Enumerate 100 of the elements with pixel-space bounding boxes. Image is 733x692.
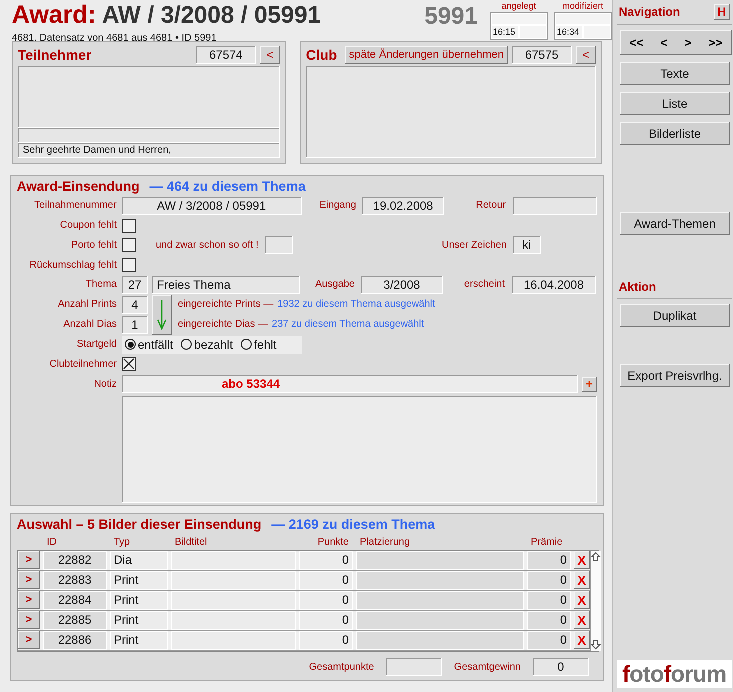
- number-field[interactable]: 67574: [196, 46, 256, 64]
- count-note: — 2169 zu diesem Thema: [272, 517, 436, 532]
- table-cell: 0: [299, 591, 353, 610]
- scroll-down-icon[interactable]: [591, 640, 601, 650]
- field-label: Eingang: [318, 200, 356, 212]
- checkbox[interactable]: [122, 238, 136, 252]
- total-field[interactable]: 0: [533, 658, 589, 676]
- field-label: Notiz: [93, 378, 117, 390]
- input-field[interactable]: [513, 196, 597, 215]
- column-header: Typ: [113, 537, 132, 550]
- section-title: Award-Einsendung: [17, 179, 140, 194]
- column-header: Platzierung: [359, 537, 412, 550]
- transfer-button[interactable]: [152, 294, 172, 335]
- note-text: und zwar schon so oft !: [156, 240, 259, 251]
- salutation-field[interactable]: Sehr geehrte Damen und Herren,: [18, 143, 280, 158]
- radio-button[interactable]: [181, 339, 192, 350]
- delete-button[interactable]: X: [574, 611, 590, 629]
- logo: fotoforum: [617, 660, 732, 688]
- time-text: 16:15: [491, 25, 519, 39]
- checkbox[interactable]: [122, 258, 136, 272]
- scroll-up-icon[interactable]: [591, 552, 601, 562]
- delete-button[interactable]: X: [574, 591, 590, 609]
- radio-button[interactable]: [125, 339, 136, 350]
- down-arrow-icon: [157, 298, 167, 331]
- table-cell: Print: [110, 591, 168, 610]
- sidebar-button[interactable]: Texte: [620, 62, 730, 85]
- sidebar-button[interactable]: Liste: [620, 92, 730, 115]
- sidebar-heading: Aktion: [619, 280, 656, 294]
- radio-button[interactable]: [241, 339, 252, 350]
- sidebar-button[interactable]: Award-Themen: [620, 212, 730, 235]
- delete-button[interactable]: X: [574, 631, 590, 649]
- field-label: Coupon fehlt: [59, 220, 117, 232]
- address-field[interactable]: [306, 66, 596, 158]
- sidebar-button[interactable]: Bilderliste: [620, 122, 730, 145]
- checkbox[interactable]: [122, 357, 136, 372]
- field-label: Teilnahmenummer: [34, 200, 117, 212]
- table-cell: 22885: [43, 611, 107, 630]
- input-field[interactable]: 4: [122, 296, 148, 314]
- text-field[interactable]: [18, 128, 280, 143]
- input-field[interactable]: 19.02.2008: [362, 196, 444, 215]
- total-field[interactable]: [386, 658, 442, 676]
- navigation-button[interactable]: >>: [706, 36, 724, 50]
- table-cell: 0: [527, 631, 571, 650]
- open-button[interactable]: >: [18, 591, 40, 609]
- radio-label: entfällt: [138, 338, 174, 352]
- field-label: Thema: [84, 279, 117, 290]
- time-text: 16:34: [555, 25, 583, 39]
- input-field[interactable]: 16.04.2008: [512, 276, 596, 294]
- open-button[interactable]: >: [18, 571, 40, 589]
- section-title: Auswahl – 5 Bilder dieser Einsendung: [17, 517, 262, 532]
- field-label: Porto fehlt: [70, 240, 117, 251]
- link-button[interactable]: <: [260, 46, 280, 64]
- delete-button[interactable]: X: [574, 571, 590, 589]
- table-cell: 0: [299, 611, 353, 630]
- number-field[interactable]: 67575: [512, 46, 572, 64]
- sidebar-button[interactable]: Duplikat: [620, 304, 730, 327]
- table-cell: 22882: [43, 551, 107, 570]
- count-total: 1932 zu diesem Thema ausgewählt: [278, 299, 436, 310]
- open-button[interactable]: >: [18, 551, 40, 569]
- open-button[interactable]: >: [18, 611, 40, 629]
- record-title: AW / 3/2008 / 05991: [102, 2, 322, 29]
- field-label: Ausgabe: [314, 279, 355, 290]
- address-field[interactable]: [18, 66, 280, 128]
- input-field[interactable]: Freies Thema: [152, 276, 300, 294]
- help-button[interactable]: H: [714, 4, 730, 20]
- navigation-button[interactable]: <: [658, 36, 670, 50]
- timestamp-label: modifiziert: [562, 0, 604, 12]
- table-cell: 0: [299, 631, 353, 650]
- note-field[interactable]: abo 53344: [122, 375, 578, 394]
- input-field[interactable]: [264, 236, 293, 254]
- checkbox[interactable]: [122, 218, 136, 233]
- field-label: Anzahl Dias: [62, 319, 117, 330]
- count-total: 237 zu diesem Thema ausgewählt: [272, 319, 424, 330]
- table-cell: 22884: [43, 591, 107, 610]
- radio-label: bezahlt: [194, 338, 234, 352]
- open-button[interactable]: >: [18, 631, 40, 649]
- sidebar-button[interactable]: Export Preisvrlhg.: [620, 364, 730, 387]
- table-cell: 0: [299, 551, 353, 570]
- table-cell: 22886: [43, 631, 107, 650]
- link-button[interactable]: <: [576, 46, 596, 64]
- action-button[interactable]: späte Änderungen übernehmen: [345, 46, 508, 64]
- navigation-button[interactable]: <<: [627, 36, 646, 50]
- sidebar-heading: Navigation: [619, 5, 680, 19]
- table-cell: 0: [527, 591, 571, 610]
- field-label: Retour: [475, 200, 506, 212]
- navigation-button[interactable]: >: [682, 36, 694, 50]
- delete-button[interactable]: X: [574, 551, 590, 569]
- count-note: — 464 zu diesem Thema: [150, 179, 306, 194]
- input-field[interactable]: 1: [122, 316, 148, 334]
- scrollbar[interactable]: [590, 551, 601, 651]
- table-cell: 0: [527, 551, 571, 570]
- input-field[interactable]: 27: [122, 276, 148, 294]
- count-label: eingereichte Dias —: [178, 319, 268, 330]
- field-label: Gesamtpunkte: [309, 662, 374, 672]
- field-label: Unser Zeichen: [442, 240, 507, 251]
- column-header: ID: [46, 537, 58, 550]
- input-field[interactable]: ki: [513, 236, 541, 254]
- input-field[interactable]: 3/2008: [361, 276, 443, 294]
- table-cell: Print: [110, 631, 168, 650]
- input-field[interactable]: AW / 3/2008 / 05991: [122, 196, 302, 215]
